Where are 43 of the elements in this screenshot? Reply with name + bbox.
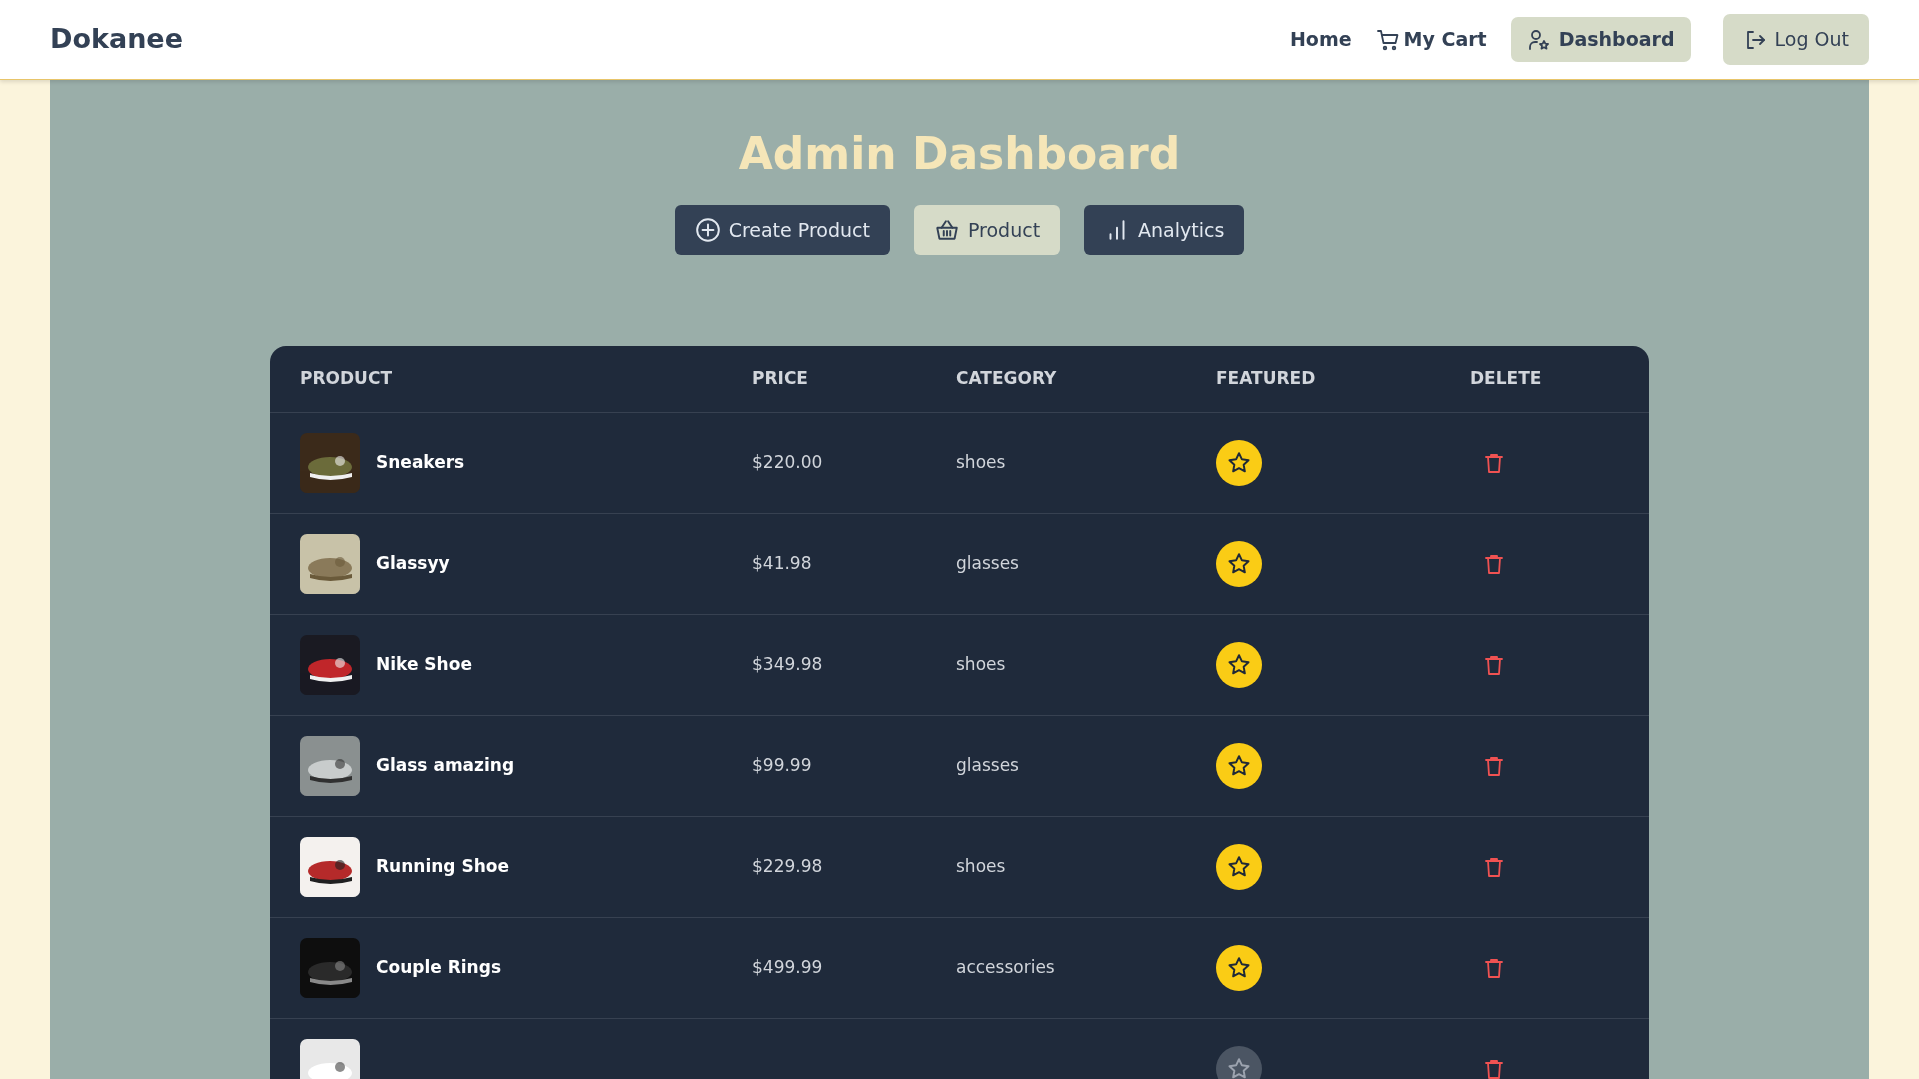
category-text: glasses — [956, 553, 1019, 574]
featured-toggle[interactable] — [1216, 439, 1262, 486]
column-header: DELETE — [1470, 346, 1649, 413]
home-link[interactable]: Home — [1289, 25, 1352, 54]
tab[interactable]: Analytics — [1084, 204, 1245, 256]
featured-toggle[interactable] — [1216, 944, 1262, 991]
category-text: shoes — [956, 654, 1006, 675]
column-header: PRICE — [752, 346, 956, 413]
brand-logo[interactable]: Dokanee — [50, 19, 183, 60]
cart-icon — [1375, 27, 1400, 52]
product-name: Couple Rings — [376, 956, 501, 980]
category-text: accessories — [956, 957, 1055, 978]
featured-toggle[interactable] — [1216, 1045, 1262, 1079]
price-text: $41.98 — [752, 553, 812, 574]
price-text: $499.99 — [752, 957, 823, 978]
page-title: Admin Dashboard — [737, 127, 1182, 181]
tab[interactable]: Create Product — [674, 204, 890, 256]
column-header: CATEGORY — [956, 346, 1216, 413]
category-text: shoes — [956, 856, 1006, 877]
category-text: shoes — [956, 452, 1006, 473]
product-name: Nike Shoe — [376, 653, 472, 677]
price-text: $349.98 — [752, 654, 823, 675]
user-star-icon — [1526, 27, 1551, 52]
product-name: Glassyy — [376, 552, 450, 576]
star-icon — [1226, 1055, 1252, 1079]
column-header: FEATURED — [1216, 346, 1470, 413]
tab[interactable]: Product — [913, 204, 1061, 256]
product-name: Running Shoe — [376, 855, 509, 879]
featured-toggle[interactable] — [1216, 742, 1262, 789]
featured-toggle[interactable] — [1216, 641, 1262, 688]
product-name: Glass amazing — [376, 754, 515, 778]
product-name: Sneakers — [376, 451, 465, 475]
dashboard-button[interactable]: Dashboard — [1510, 17, 1691, 62]
logout-button[interactable]: Log Out — [1722, 14, 1869, 65]
cart-link[interactable]: My Cart — [1375, 25, 1487, 54]
plus-circle-icon — [694, 217, 721, 244]
featured-toggle[interactable] — [1216, 540, 1262, 587]
category-text: glasses — [956, 755, 1019, 776]
featured-toggle[interactable] — [1216, 843, 1262, 890]
price-text: $220.00 — [752, 452, 823, 473]
price-text: $99.99 — [752, 755, 812, 776]
price-text: $229.98 — [752, 856, 823, 877]
column-header: PRODUCT — [270, 346, 752, 413]
